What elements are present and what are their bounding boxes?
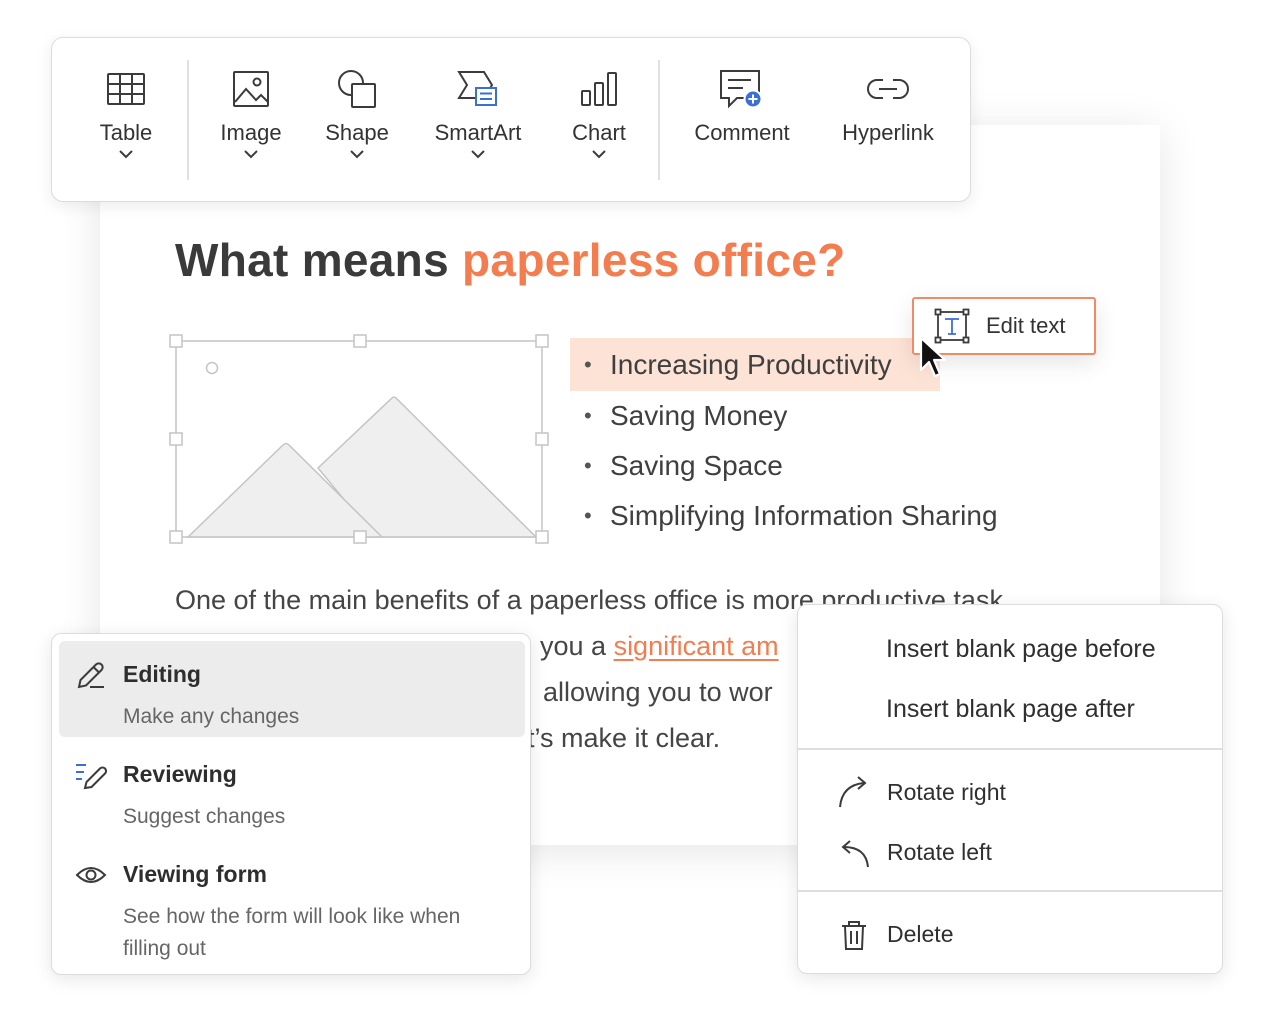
toolbar-item-label: SmartArt — [434, 120, 522, 145]
mode-menu: Editing Make any changes Reviewing Sugge… — [51, 633, 531, 975]
document-title[interactable]: What means paperless office? — [175, 233, 846, 287]
page-context-menu: Insert blank page before Insert blank pa… — [797, 604, 1223, 974]
toolbar-chart-button[interactable]: Chart — [539, 66, 659, 159]
bullet-item-saving-money[interactable]: • Saving Money — [570, 391, 1040, 441]
mode-item-description: Suggest changes — [123, 805, 286, 828]
toolbar-item-label: Shape — [325, 120, 389, 145]
toolbar-smartart-button[interactable]: SmartArt — [418, 66, 538, 159]
bullet-dot: • — [584, 503, 592, 528]
body-line-2-text: you a — [540, 631, 614, 661]
bullet-item-increasing-productivity[interactable]: • Increasing Productivity — [570, 338, 940, 391]
toolbar-table-button[interactable]: Table — [66, 66, 186, 159]
bullet-item-simplifying-sharing[interactable]: • Simplifying Information Sharing — [570, 491, 1040, 541]
review-pencil-icon — [76, 764, 107, 790]
toolbar-item-label: Table — [99, 120, 153, 145]
chevron-down-icon — [119, 150, 133, 159]
bullet-dot: • — [584, 403, 592, 428]
toolbar-comment-button[interactable]: Comment — [682, 66, 802, 146]
mode-item-viewing-form[interactable]: Viewing form See how the form will look … — [59, 841, 525, 969]
table-icon — [107, 73, 145, 105]
document-title-prefix: What means — [175, 234, 463, 286]
trash-icon — [842, 921, 866, 950]
menu-item-label: Delete — [887, 921, 954, 947]
comment-add-icon — [720, 70, 763, 109]
toolbar-separator — [658, 60, 660, 180]
menu-divider — [798, 890, 1222, 892]
bullet-text: Simplifying Information Sharing — [610, 500, 998, 531]
bullet-text: Increasing Productivity — [610, 349, 892, 380]
body-link[interactable]: significant am — [614, 631, 779, 661]
image-icon — [233, 71, 269, 107]
toolbar-hyperlink-button[interactable]: Hyperlink — [828, 66, 948, 146]
mouse-pointer-icon — [919, 336, 947, 378]
chevron-down-icon — [592, 150, 606, 159]
menu-item-rotate-left[interactable]: Rotate left — [798, 823, 1222, 879]
menu-item-rotate-right[interactable]: Rotate right — [798, 763, 1222, 819]
rotate-right-icon — [839, 776, 867, 808]
menu-item-delete[interactable]: Delete — [798, 905, 1222, 961]
toolbar-item-label: Comment — [694, 120, 790, 145]
rotate-left-icon — [841, 840, 869, 868]
bullet-dot: • — [584, 453, 592, 478]
mode-item-title: Editing — [123, 661, 201, 687]
menu-item-label: Rotate right — [887, 779, 1006, 805]
mode-item-description: See how the form will look like when fil… — [123, 905, 461, 960]
mode-item-description: Make any changes — [123, 705, 300, 728]
menu-item-label: Insert blank page after — [886, 695, 1135, 723]
bullet-dot: • — [584, 352, 592, 377]
menu-divider — [798, 748, 1222, 750]
link-icon — [867, 79, 909, 99]
mode-item-editing[interactable]: Editing Make any changes — [59, 641, 525, 737]
shape-icon — [338, 70, 376, 108]
toolbar-item-label: Hyperlink — [842, 120, 934, 145]
mode-item-reviewing[interactable]: Reviewing Suggest changes — [59, 741, 525, 837]
toolbar-item-label: Chart — [572, 120, 626, 145]
chevron-down-icon — [244, 150, 258, 159]
insert-toolbar: Table Image Shape SmartArt Chart Comment… — [51, 37, 971, 202]
bullet-text: Saving Space — [610, 450, 783, 481]
menu-item-insert-after[interactable]: Insert blank page after — [798, 681, 1222, 737]
menu-item-insert-before[interactable]: Insert blank page before — [798, 621, 1222, 677]
toolbar-separator — [187, 60, 189, 180]
chart-icon — [581, 72, 617, 106]
eye-icon — [75, 867, 107, 883]
menu-item-label: Insert blank page before — [886, 635, 1156, 663]
toolbar-shape-button[interactable]: Shape — [297, 66, 417, 159]
pencil-icon — [77, 662, 104, 689]
image-placeholder[interactable] — [168, 333, 558, 551]
bullet-text: Saving Money — [610, 400, 788, 431]
bullet-item-saving-space[interactable]: • Saving Space — [570, 441, 1040, 491]
edit-text-label: Edit text — [986, 313, 1066, 338]
smartart-icon — [457, 71, 497, 106]
chevron-down-icon — [350, 150, 364, 159]
document-title-accent: paperless office? — [462, 234, 846, 286]
chevron-down-icon — [471, 150, 485, 159]
menu-item-label: Rotate left — [887, 839, 992, 865]
toolbar-image-button[interactable]: Image — [191, 66, 311, 159]
mode-item-title: Viewing form — [123, 861, 267, 887]
mode-item-title: Reviewing — [123, 761, 237, 787]
bullet-list: • Increasing Productivity • Saving Money… — [570, 338, 1040, 541]
toolbar-item-label: Image — [220, 120, 282, 145]
